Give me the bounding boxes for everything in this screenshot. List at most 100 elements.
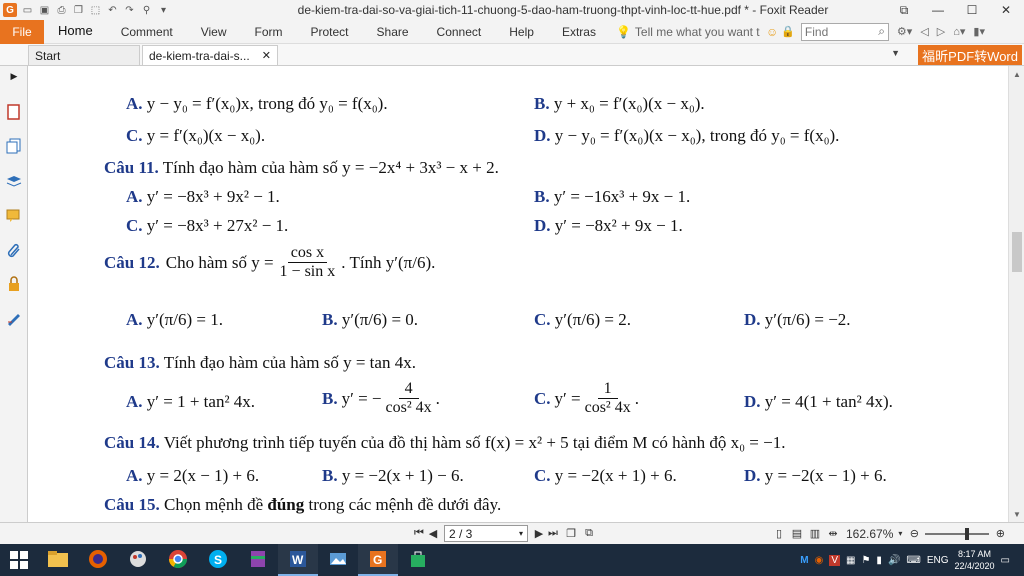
tell-me-box[interactable]: 💡 Tell me what you want t [616,25,766,39]
facing-page-icon[interactable]: ▥ [808,527,822,540]
option-c: C. y = f′(x₀)(x − x₀). [126,126,265,146]
undo-icon[interactable]: ↶ [106,4,119,17]
tab-protect[interactable]: Protect [297,20,363,44]
tray-network-icon[interactable]: ▦ [846,555,855,566]
forward-icon[interactable]: ▷ [937,25,945,38]
tab-extras[interactable]: Extras [548,20,610,44]
windows-start-icon[interactable] [0,544,38,576]
page-dropdown-icon[interactable]: ▾ [519,529,523,538]
expand-panel-icon[interactable]: ▶ [6,68,22,84]
file-explorer-icon[interactable] [38,544,78,576]
first-page-icon[interactable]: ⏮ [412,527,426,540]
copy-icon[interactable]: ❐ [72,4,85,17]
layers-icon[interactable] [6,174,22,190]
photo-viewer-icon[interactable] [318,544,358,576]
back-icon[interactable]: ◁ [920,25,928,38]
tab-form[interactable]: Form [241,20,297,44]
volume-icon[interactable]: 🔊 [888,555,900,566]
scroll-thumb[interactable] [1012,232,1022,272]
select-icon[interactable]: ⬚ [89,4,102,17]
extract-page-icon[interactable]: ⧉ [582,527,596,540]
customize-dropdown-icon[interactable]: ▾ [157,4,170,17]
file-menu-button[interactable]: File [0,19,44,44]
paint-icon[interactable] [118,544,158,576]
previous-page-icon[interactable]: ◀ [426,527,440,540]
tray-signal-icon[interactable]: ▮ [876,555,882,566]
zoom-in-icon[interactable]: ⊕ [993,527,1007,540]
lock-icon[interactable]: 🔒 [781,25,795,38]
account-icon[interactable]: ▮▾ [973,25,985,38]
tab-view[interactable]: View [187,20,241,44]
option-text: y′ = −16x³ + 9x − 1. [553,187,691,206]
open-folder-icon[interactable]: ▭ [21,4,34,17]
close-tab-icon[interactable]: ✕ [262,49,271,62]
zoom-dropdown-icon[interactable]: ▾ [893,529,907,538]
vertical-scrollbar[interactable]: ▲ ▼ [1008,66,1024,522]
redo-icon[interactable]: ↷ [123,4,136,17]
attachment-icon[interactable] [6,242,22,258]
tab-home[interactable]: Home [44,20,107,44]
tab-connect[interactable]: Connect [423,20,496,44]
question-12: Câu 12. Cho hàm số y = cos x 1 − sin x .… [104,244,435,281]
comments-icon[interactable] [6,208,22,224]
winrar-icon[interactable] [238,544,278,576]
language-indicator[interactable]: ENG [927,555,949,566]
scroll-up-icon[interactable]: ▲ [1009,66,1024,82]
save-icon[interactable]: ▣ [38,4,51,17]
word-icon[interactable]: W [278,544,318,576]
zoom-out-icon[interactable]: ⊖ [907,527,921,540]
page-thumbnail-icon[interactable] [6,104,22,120]
clock[interactable]: 8:17 AM 22/4/2020 [955,548,995,572]
option-text: y′ = 4(1 + tan² 4x). [764,392,893,411]
pages-icon[interactable] [6,138,22,154]
tray-app-icon[interactable]: ◉ [815,555,824,566]
store-icon[interactable] [398,544,438,576]
last-page-icon[interactable]: ⏭ [546,527,560,540]
tab-list-dropdown-icon[interactable]: ▼ [891,48,900,58]
tray-m-icon[interactable]: M [800,555,808,566]
stamp-icon[interactable]: ⚲ [140,4,153,17]
keyboard-icon[interactable]: ⌨ [906,555,920,566]
maximize-button[interactable]: ☐ [964,3,980,17]
security-lock-icon[interactable] [6,276,22,292]
document-view[interactable]: A. y − y₀ = f′(x₀)x, trong đó y₀ = f(x₀)… [28,66,1008,522]
search-icon[interactable]: ⌕ [878,24,888,39]
close-button[interactable]: ✕ [998,3,1014,17]
tab-share[interactable]: Share [363,20,423,44]
restore-layout-icon[interactable]: ⧉ [896,3,912,18]
single-page-icon[interactable]: ▯ [772,527,786,540]
next-page-icon[interactable]: ▶ [532,527,546,540]
signature-icon[interactable] [6,310,22,326]
option-label: B. [534,94,550,113]
zoom-slider-knob[interactable] [965,527,970,540]
tab-comment[interactable]: Comment [107,20,187,44]
skype-icon[interactable]: S [198,544,238,576]
foxit-reader-icon[interactable]: G [358,544,398,576]
zoom-slider[interactable] [925,527,990,540]
print-icon[interactable]: ⎙ [55,4,68,17]
find-input[interactable] [804,24,865,39]
scroll-down-icon[interactable]: ▼ [1009,506,1024,522]
page-number-field[interactable]: 2 / 3 ▾ [444,525,528,542]
notification-icon[interactable]: ▭ [1001,555,1010,566]
tab-start[interactable]: Start [28,45,140,65]
tab-document[interactable]: de-kiem-tra-dai-s... ✕ [142,45,278,65]
pdf-to-word-button[interactable]: 福昕PDF转Word [918,45,1022,65]
find-box[interactable]: ⌕ [800,22,889,41]
fit-width-icon[interactable]: ⇹ [826,527,840,540]
smiley-icon[interactable]: ☺ [766,25,778,39]
tray-v-icon[interactable]: V [829,554,840,566]
option-text: y = −2(x + 1) − 6. [341,466,464,485]
continuous-page-icon[interactable]: ▤ [790,527,804,540]
tray-flag-icon[interactable]: ⚑ [861,555,870,566]
tab-help[interactable]: Help [495,20,548,44]
zoom-level[interactable]: 162.67% [846,527,893,541]
chrome-icon[interactable] [158,544,198,576]
question-label: Câu 15. [104,495,160,514]
copy-page-icon[interactable]: ❐ [564,527,578,540]
minimize-button[interactable]: — [930,3,946,17]
skin-icon[interactable]: ⌂▾ [953,25,965,38]
firefox-icon[interactable] [78,544,118,576]
settings-icon[interactable]: ⚙▾ [897,25,912,38]
option-label: A. [126,392,143,411]
